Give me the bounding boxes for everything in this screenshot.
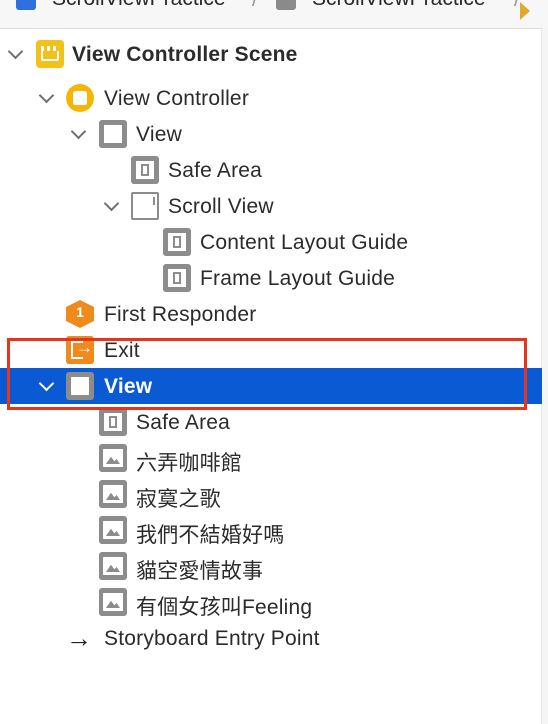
arrow-right-icon: → [66, 623, 92, 653]
project-icon [16, 0, 36, 10]
breadcrumb-separator-icon: / [252, 0, 258, 12]
scroll-view-icon [131, 192, 159, 220]
outline-row-content-layout-guide[interactable]: Content Layout Guide [0, 224, 542, 260]
outline-row-scene[interactable]: View Controller Scene [0, 36, 542, 72]
breadcrumb-item-project[interactable]: ScrollViewPractice [52, 0, 226, 11]
outline-row-label: View [136, 123, 182, 146]
exit-icon [66, 336, 94, 364]
outline-row-label: Frame Layout Guide [200, 267, 396, 290]
outline-row-storyboard-entry-point[interactable]: → Storyboard Entry Point [0, 620, 542, 656]
safe-area-icon [131, 156, 159, 184]
outline-row-label: Scroll View [168, 195, 274, 218]
chevron-down-icon[interactable] [38, 375, 55, 392]
outline-row-label: 寂寞之歌 [136, 488, 221, 511]
breadcrumb-item-group[interactable]: ScrollViewPractice [312, 0, 486, 11]
outline-row-label: View [104, 375, 153, 398]
storyboard-scene-icon [36, 40, 64, 68]
outline-row-image-view[interactable]: 有個女孩叫Feeling [0, 584, 542, 620]
outline-row-label: View Controller Scene [72, 43, 298, 66]
outline-row-image-view[interactable]: 貓空愛情故事 [0, 548, 542, 584]
outline-row-label: Content Layout Guide [200, 231, 409, 254]
view-controller-icon [66, 84, 94, 112]
outline-row-label: First Responder [104, 303, 257, 326]
image-view-icon [99, 444, 127, 472]
outline-row-label: Storyboard Entry Point [104, 627, 320, 650]
folder-icon [276, 0, 296, 10]
layout-guide-icon [163, 264, 191, 292]
image-view-icon [99, 552, 127, 580]
outline-scroll-edge [541, 28, 548, 724]
view-icon [66, 372, 94, 400]
outline-row-safe-area-2[interactable]: Safe Area [0, 404, 542, 440]
outline-row-label: 我們不結婚好嗎 [136, 524, 285, 547]
outline-row-label: 六弄咖啡館 [136, 452, 242, 475]
image-view-icon [99, 516, 127, 544]
chevron-down-icon[interactable] [7, 43, 24, 60]
outline-row-label: View Controller [104, 87, 250, 110]
outline-row-exit[interactable]: Exit [0, 332, 542, 368]
image-view-icon [99, 588, 127, 616]
outline-row-label: 貓空愛情故事 [136, 560, 264, 583]
outline-row-frame-layout-guide[interactable]: Frame Layout Guide [0, 260, 542, 296]
breadcrumb: ScrollViewPractice / ScrollViewPractice … [0, 0, 548, 29]
outline-row-view[interactable]: View [0, 116, 542, 152]
outline-row-scroll-view[interactable]: Scroll View [0, 188, 542, 224]
outline-row-view-controller[interactable]: View Controller [0, 80, 542, 116]
first-responder-icon [66, 300, 94, 328]
chevron-down-icon[interactable] [103, 195, 120, 212]
outline-row-image-view[interactable]: 寂寞之歌 [0, 476, 542, 512]
safe-area-icon [99, 408, 127, 436]
image-view-icon [99, 480, 127, 508]
outline-row-image-view[interactable]: 我們不結婚好嗎 [0, 512, 542, 548]
outline-row-image-view[interactable]: 六弄咖啡館 [0, 440, 542, 476]
outline-row-first-responder[interactable]: First Responder [0, 296, 542, 332]
outline-row-label: Safe Area [136, 411, 231, 434]
outline-row-label: Exit [104, 339, 140, 362]
chevron-down-icon[interactable] [38, 87, 55, 104]
layout-guide-icon [163, 228, 191, 256]
chevron-down-icon[interactable] [70, 123, 87, 140]
outline-row-view-selected[interactable]: View [0, 368, 542, 404]
outline-row-safe-area[interactable]: Safe Area [0, 152, 542, 188]
outline-row-label: Safe Area [168, 159, 263, 182]
storyboard-file-icon [520, 2, 530, 20]
outline-row-label: 有個女孩叫Feeling [136, 596, 313, 619]
view-icon [99, 120, 127, 148]
